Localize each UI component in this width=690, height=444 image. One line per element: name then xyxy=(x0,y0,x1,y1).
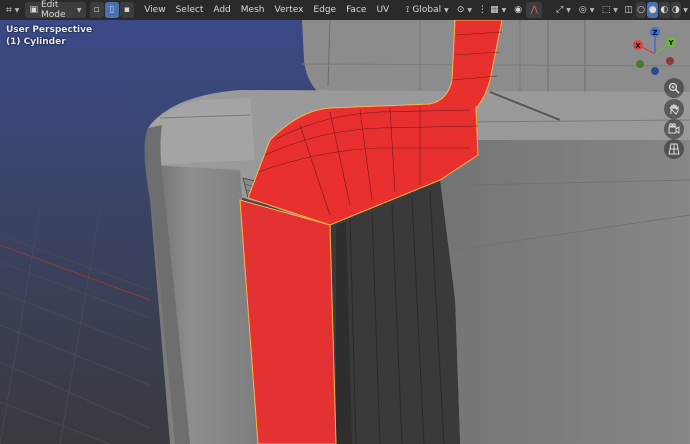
gizmo-y-label: Y xyxy=(667,39,674,47)
chevron-down-icon: ▼ xyxy=(76,6,82,14)
menu-mesh[interactable]: Mesh xyxy=(236,2,270,18)
shading-material-button[interactable]: ◐ xyxy=(658,2,670,18)
vertex-select-icon: ▫ xyxy=(93,5,100,15)
viewport-header: ⌗ ▼ ▣ Edit Mode ▼ ▫ ▯ ▪ View Select Add M… xyxy=(0,0,690,20)
grid-perspective-icon xyxy=(668,143,680,155)
chevron-down-icon: ▼ xyxy=(444,6,449,14)
edge-select-icon: ▯ xyxy=(109,5,115,15)
gizmo-neg-z-axis[interactable] xyxy=(651,67,659,75)
chevron-down-icon: ▼ xyxy=(613,6,618,14)
gizmo-x-label: X xyxy=(635,42,641,50)
xray-icon: ◫ xyxy=(624,5,633,15)
chevron-down-icon: ▼ xyxy=(467,6,473,14)
pan-button[interactable] xyxy=(664,99,684,119)
shading-wireframe-button[interactable]: ○ xyxy=(635,2,647,18)
blender-window: ⌗ ▼ ▣ Edit Mode ▼ ▫ ▯ ▪ View Select Add M… xyxy=(0,0,690,444)
chevron-down-icon: ▼ xyxy=(589,6,595,14)
gizmo-neg-x-axis[interactable] xyxy=(666,57,674,65)
hand-icon xyxy=(669,103,679,115)
mode-label: Edit Mode xyxy=(40,0,66,20)
material-preview-icon: ◐ xyxy=(660,5,669,15)
shading-options-dropdown[interactable]: ▼ xyxy=(681,2,690,18)
gizmo-neg-y-axis[interactable] xyxy=(636,60,644,68)
orientation-label: Global xyxy=(412,5,442,15)
face-select-button[interactable]: ▪ xyxy=(119,2,134,18)
snap-grid-icon: ▦ xyxy=(490,5,499,15)
editor-type-button[interactable]: ⌗ ▼ xyxy=(3,2,22,18)
pivot-icon: ⊙ xyxy=(456,5,465,15)
falloff-curve-icon: ⋀ xyxy=(530,5,538,15)
menu-edge[interactable]: Edge xyxy=(308,2,341,18)
edit-mode-icon: ▣ xyxy=(29,5,38,15)
gizmo-z-label: Z xyxy=(652,29,657,37)
orientation-dropdown[interactable]: ⟟ Global ▼ xyxy=(403,2,452,18)
proportional-falloff-dropdown[interactable]: ⋀ xyxy=(526,2,543,18)
shading-rendered-button[interactable]: ◑ xyxy=(670,2,682,18)
shading-solid-button[interactable]: ● xyxy=(647,2,658,18)
overlays-toggle[interactable]: ◎ ▼ xyxy=(576,2,597,18)
chevron-down-icon: ▼ xyxy=(14,6,20,14)
right-body-face xyxy=(440,140,690,444)
overlays-icon: ◎ xyxy=(578,5,587,15)
proportional-edit-toggle[interactable]: ◉ xyxy=(512,2,524,18)
wireframe-icon: ○ xyxy=(637,5,645,15)
snap-toggle[interactable]: ⋮ xyxy=(476,2,488,18)
menu-select[interactable]: Select xyxy=(171,2,209,18)
zoom-button[interactable] xyxy=(664,78,684,98)
menu-vertex[interactable]: Vertex xyxy=(269,2,308,18)
rendered-shading-icon: ◑ xyxy=(671,5,680,15)
menu-face[interactable]: Face xyxy=(341,2,371,18)
xray-toggle[interactable]: ◫ xyxy=(622,2,634,18)
solid-shading-icon: ● xyxy=(648,5,657,15)
mode-dropdown[interactable]: ▣ Edit Mode ▼ xyxy=(25,0,86,20)
menu-add[interactable]: Add xyxy=(208,2,235,18)
editor-type-icon: ⌗ xyxy=(6,4,12,16)
view-name: User Perspective xyxy=(6,25,93,35)
vertex-select-button[interactable]: ▫ xyxy=(89,2,104,18)
object-name: (1) Cylinder xyxy=(6,37,66,47)
mesh-edit-overlay-icon: ⬚ xyxy=(601,5,611,15)
perspective-toggle-button[interactable] xyxy=(664,139,684,159)
navigation-gizmo[interactable]: Z Y X xyxy=(630,26,680,78)
camera-view-button[interactable] xyxy=(664,119,684,139)
menu-view[interactable]: View xyxy=(139,2,170,18)
visibility-dropdown[interactable]: ⤢ ▼ xyxy=(553,2,574,18)
chevron-down-icon: ▼ xyxy=(566,6,571,14)
3d-viewport[interactable] xyxy=(0,0,690,444)
selectability-icon: ⤢ xyxy=(555,5,564,15)
chevron-down-icon: ▼ xyxy=(683,6,688,14)
mesh-overlays-toggle[interactable]: ⬚ ▼ xyxy=(599,2,620,18)
chevron-down-icon: ▼ xyxy=(501,6,507,14)
face-select-icon: ▪ xyxy=(123,5,130,15)
magnet-icon: ⋮ xyxy=(477,5,487,15)
snap-dropdown[interactable]: ▦ ▼ xyxy=(489,2,508,18)
edge-select-button[interactable]: ▯ xyxy=(104,2,119,18)
camera-icon xyxy=(668,123,680,134)
pivot-dropdown[interactable]: ⊙ ▼ xyxy=(455,2,474,18)
menu-uv[interactable]: UV xyxy=(371,2,394,18)
orientation-icon: ⟟ xyxy=(406,5,410,15)
zoom-icon xyxy=(668,82,680,94)
proportional-edit-icon: ◉ xyxy=(514,5,523,15)
